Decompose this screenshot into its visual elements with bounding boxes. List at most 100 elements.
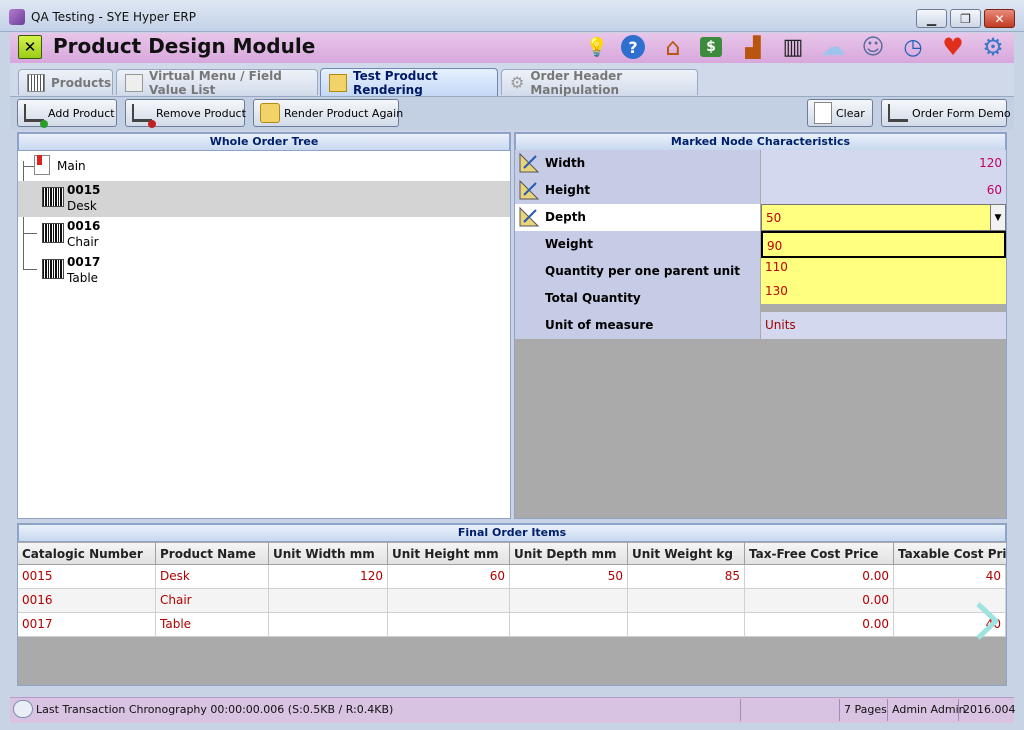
gear-icon: ⚙ [510, 73, 525, 92]
help-icon[interactable]: ? [621, 35, 645, 59]
clear-button[interactable]: Clear [807, 99, 873, 127]
char-label-depth: Depth [515, 204, 760, 231]
tree-node-name: Chair [67, 235, 99, 249]
table-cell[interactable]: 50 [510, 565, 628, 589]
remove-product-button[interactable]: Remove Product [125, 99, 246, 128]
factory-icon[interactable]: ▟ [740, 34, 766, 60]
char-value-weight-input[interactable]: 90 [761, 231, 1006, 258]
table-cell[interactable] [510, 589, 628, 613]
lightbulb-icon[interactable]: 💡 [584, 34, 610, 60]
char-label-width: Width [515, 150, 760, 177]
tree-node-0016[interactable]: 0016 Chair [18, 217, 510, 253]
column-header[interactable]: Catalogic Number [18, 543, 156, 565]
table-cell[interactable]: Chair [156, 589, 269, 613]
table-cell[interactable] [388, 589, 510, 613]
order-form-demo-button[interactable]: Order Form Demo [881, 99, 1011, 127]
tree-node-0015[interactable]: 0015 Desk [18, 181, 510, 217]
order-form-demo-label: Order Form Demo [912, 106, 1011, 120]
tab-label: Test Product Rendering [353, 68, 438, 97]
cart-remove-icon [132, 104, 156, 128]
tab-virtual-menu[interactable]: Virtual Menu / Field Value List [116, 69, 318, 97]
app-icon [9, 9, 25, 25]
home-icon[interactable]: ⌂ [660, 33, 686, 61]
table-cell[interactable]: 0.00 [745, 613, 894, 637]
char-value-quantity-per-parent[interactable]: 110 [761, 258, 1006, 282]
add-product-button[interactable]: Add Product [17, 99, 117, 128]
table-cell[interactable]: 85 [628, 565, 745, 589]
table-cell[interactable] [510, 613, 628, 637]
tab-order-header[interactable]: ⚙ Order Header Manipulation [501, 68, 698, 97]
char-value-depth-select[interactable]: 50 [761, 204, 991, 231]
char-value-total-quantity[interactable]: 130 [761, 282, 1006, 304]
char-label-height: Height [515, 177, 760, 204]
char-value-height[interactable]: 60 [761, 177, 1006, 204]
char-value-unit-of-measure[interactable]: Units [761, 312, 1006, 339]
settings-icon[interactable]: ⚙ [980, 33, 1006, 61]
money-icon[interactable]: $ [700, 37, 722, 57]
status-user: Admin Admin [892, 703, 966, 716]
table-cell[interactable] [628, 613, 745, 637]
add-product-label: Add Product [48, 106, 115, 120]
heart-icon[interactable]: ♥ [940, 33, 966, 61]
column-header[interactable]: Unit Weight kg [628, 543, 745, 565]
char-label-unit-of-measure: Unit of measure [515, 312, 760, 339]
tree-node-name: Table [67, 271, 99, 285]
table-cell[interactable]: 0017 [18, 613, 156, 637]
chevron-down-icon[interactable]: ▼ [990, 204, 1006, 231]
clock-icon[interactable]: ◷ [900, 34, 926, 60]
render-product-button[interactable]: Render Product Again [253, 99, 403, 127]
window-title: QA Testing - SYE Hyper ERP [31, 10, 196, 24]
table-cell[interactable]: Desk [156, 565, 269, 589]
render-product-label: Render Product Again [284, 106, 404, 120]
table-cell[interactable]: 0.00 [745, 565, 894, 589]
column-header[interactable]: Tax-Free Cost Price [745, 543, 894, 565]
scroll-right-arrow-icon[interactable] [972, 602, 1002, 640]
status-pages: 7 Pages [844, 703, 887, 716]
column-header[interactable]: Unit Height mm [388, 543, 510, 565]
column-header[interactable]: Unit Depth mm [510, 543, 628, 565]
char-label-weight: Weight [515, 231, 760, 258]
module-close-button[interactable]: ✕ [18, 35, 42, 59]
order-tree-panel: Whole Order Tree Main 0015 Desk 0016 Cha… [17, 132, 511, 519]
column-header[interactable]: Unit Width mm [269, 543, 388, 565]
tab-test-product-rendering[interactable]: Test Product Rendering [320, 68, 498, 97]
cart-add-icon [24, 104, 48, 128]
table-cell[interactable]: 40 [894, 565, 1006, 589]
table-cell[interactable] [269, 589, 388, 613]
table-cell[interactable] [628, 589, 745, 613]
tree-node-label: Main [57, 159, 86, 173]
table-cell[interactable] [388, 613, 510, 637]
cloud-icon[interactable]: ☁ [820, 33, 846, 61]
cart-icon [888, 104, 908, 122]
barcode-icon [27, 73, 45, 92]
table-cell[interactable]: 60 [388, 565, 510, 589]
list-cursor-icon [125, 73, 143, 92]
characteristics-title: Marked Node Characteristics [515, 133, 1006, 151]
module-title: Product Design Module [53, 34, 316, 58]
table-cell[interactable]: 0016 [18, 589, 156, 613]
status-divider [958, 699, 959, 721]
column-header[interactable]: Taxable Cost Pric [894, 543, 1006, 565]
table-cell[interactable]: 0.00 [745, 589, 894, 613]
minimize-button[interactable]: ▁ [916, 9, 947, 28]
tree-node-code: 0015 [67, 183, 101, 197]
tab-label: Order Header Manipulation [530, 68, 623, 97]
table-cell[interactable]: 120 [269, 565, 388, 589]
clear-label: Clear [836, 106, 865, 120]
tree-node-0017[interactable]: 0017 Table [18, 253, 510, 289]
char-value-width[interactable]: 120 [761, 150, 1006, 177]
barcode-icon [42, 187, 64, 207]
close-window-button[interactable]: ✕ [984, 9, 1015, 28]
tab-products[interactable]: Products [18, 69, 113, 95]
table-cell[interactable] [269, 613, 388, 637]
column-header[interactable]: Product Name [156, 543, 269, 565]
users-icon[interactable]: ☺ [860, 34, 886, 60]
table-cell[interactable]: Table [156, 613, 269, 637]
barcode-icon[interactable]: ▥ [780, 34, 806, 60]
table-cell[interactable]: 0015 [18, 565, 156, 589]
maximize-button[interactable]: ❐ [950, 9, 981, 28]
char-label-quantity-per-parent: Quantity per one parent unit [515, 258, 760, 285]
char-label-total-quantity: Total Quantity [515, 285, 760, 312]
tree-node-main[interactable]: Main [18, 153, 510, 181]
scroll-icon [329, 73, 347, 92]
